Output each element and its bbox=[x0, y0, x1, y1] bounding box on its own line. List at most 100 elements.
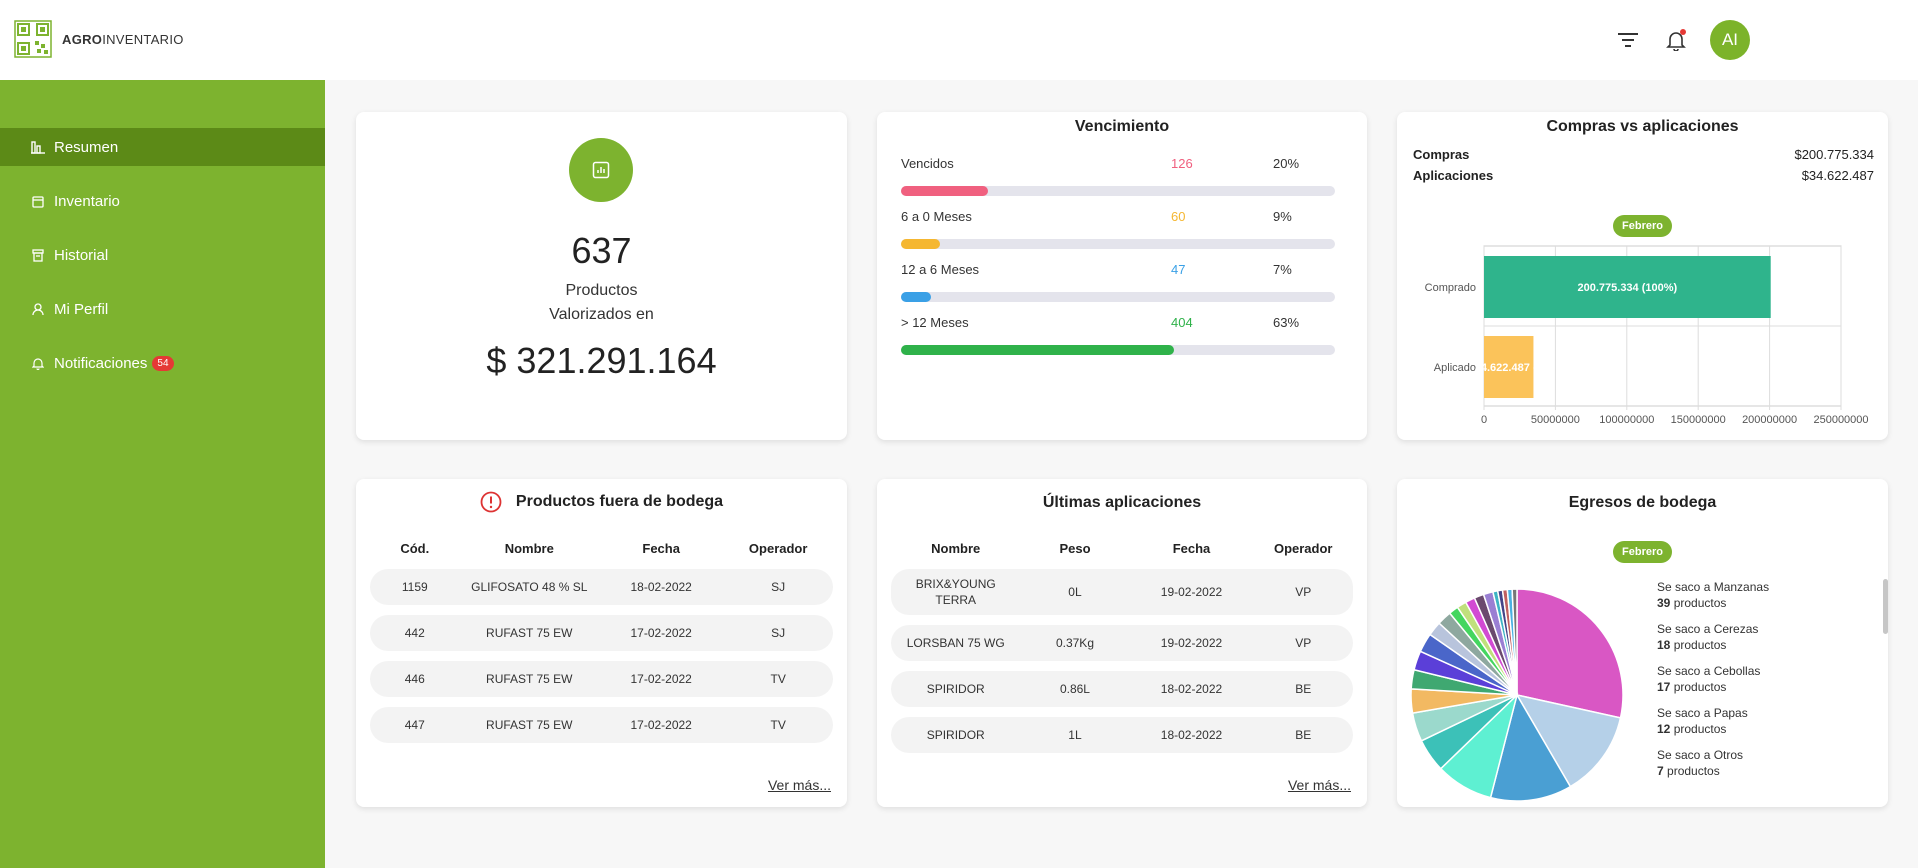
legend-label: Se saco a Otros bbox=[1657, 748, 1744, 762]
table-row[interactable]: LORSBAN 75 WG 0.37Kg 19-02-2022 VP bbox=[891, 625, 1353, 661]
sidebar-item-historial[interactable]: Historial bbox=[0, 236, 325, 274]
table-cell: 17-02-2022 bbox=[599, 615, 724, 651]
x-tick-label: 50000000 bbox=[1531, 414, 1580, 426]
chart-bars-icon bbox=[30, 139, 46, 155]
filter-icon[interactable] bbox=[1614, 26, 1642, 54]
total-value: $ 321.291.164 bbox=[486, 340, 717, 381]
legend-count: 18 bbox=[1657, 638, 1671, 652]
vencimiento-progress-bar bbox=[901, 292, 1335, 302]
compras-label: Compras bbox=[1413, 147, 1470, 162]
ultimas-table: Nombre Peso Fecha Operador BRIX&YOUNG TERRA… bbox=[891, 527, 1353, 763]
sidebar-item-label: Inventario bbox=[54, 192, 120, 210]
table-row[interactable]: 1159 GLIFOSATO 48 % SL 18-02-2022 SJ bbox=[370, 569, 833, 605]
legend-label: Se saco a Papas bbox=[1657, 706, 1748, 720]
table-cell: 19-02-2022 bbox=[1129, 625, 1254, 661]
legend-unit: productos bbox=[1663, 764, 1720, 778]
column-header: Fecha bbox=[642, 540, 680, 556]
ver-mas-link[interactable]: Ver más... bbox=[768, 777, 831, 793]
vencimiento-label: Vencidos bbox=[901, 156, 954, 171]
egresos-pie-chart bbox=[1410, 588, 1624, 802]
table-row[interactable]: 447 RUFAST 75 EW 17-02-2022 TV bbox=[370, 707, 833, 743]
column-header: Operador bbox=[748, 540, 808, 556]
legend-item: Se saco a Cerezas 18 productos bbox=[1657, 621, 1877, 653]
sidebar-item-label: Notificaciones bbox=[54, 354, 148, 372]
table-cell: RUFAST 75 EW bbox=[459, 707, 599, 743]
legend-count: 39 bbox=[1657, 596, 1671, 610]
y-category-label: Aplicado bbox=[1434, 362, 1476, 374]
vencimiento-count: 126 bbox=[1171, 156, 1193, 171]
table-cell: 0.86L bbox=[1020, 671, 1130, 707]
column-header: Nombre bbox=[504, 540, 554, 556]
archive-icon bbox=[30, 247, 46, 263]
logo-text: AGROINVENTARIO bbox=[62, 31, 184, 47]
vencimiento-percent: 63% bbox=[1273, 315, 1300, 330]
valued-label: Valorizados en bbox=[549, 306, 654, 323]
ver-mas-link[interactable]: Ver más... bbox=[1288, 777, 1351, 793]
vencimiento-progress-fill bbox=[901, 186, 988, 196]
x-tick-label: 0 bbox=[1481, 414, 1487, 426]
month-selector[interactable]: Febrero bbox=[1613, 541, 1672, 563]
qr-logo-icon bbox=[14, 20, 52, 58]
sidebar-item-inventario[interactable]: Inventario bbox=[0, 182, 325, 220]
month-selector[interactable]: Febrero bbox=[1613, 215, 1672, 237]
app-logo[interactable]: AGROINVENTARIO bbox=[14, 20, 184, 58]
table-cell: 18-02-2022 bbox=[1129, 671, 1254, 707]
table-cell: 0.37Kg bbox=[1020, 625, 1130, 661]
table-cell: TV bbox=[723, 707, 833, 743]
table-row[interactable]: SPIRIDOR 1L 18-02-2022 BE bbox=[891, 717, 1353, 753]
table-cell: 17-02-2022 bbox=[599, 707, 724, 743]
products-label: Productos bbox=[565, 282, 638, 299]
sidebar: Resumen Inventario Historial Mi Perfil N… bbox=[0, 80, 325, 868]
column-header: Cód. bbox=[400, 540, 430, 556]
legend-item: Se saco a Cebollas 17 productos bbox=[1657, 663, 1877, 695]
table-row[interactable]: SPIRIDOR 0.86L 18-02-2022 BE bbox=[891, 671, 1353, 707]
notification-bell-icon[interactable] bbox=[1662, 26, 1690, 54]
legend-label: Se saco a Manzanas bbox=[1657, 580, 1770, 594]
ultimas-aplicaciones-card: Últimas aplicaciones Nombre Peso Fecha Oper… bbox=[877, 479, 1367, 807]
table-cell: 19-02-2022 bbox=[1129, 569, 1254, 615]
ultimas-title: Últimas aplicaciones bbox=[1042, 494, 1202, 511]
fuera-table: Cód. Nombre Fecha Operador 1159 GLIFOSATO 48… bbox=[370, 527, 833, 753]
table-cell: RUFAST 75 EW bbox=[459, 615, 599, 651]
table-row[interactable]: BRIX&YOUNG TERRA 0L 19-02-2022 VP bbox=[891, 569, 1353, 615]
legend-item: Se saco a Papas 12 productos bbox=[1657, 705, 1877, 737]
table-cell: SJ bbox=[723, 569, 833, 605]
table-row[interactable]: 446 RUFAST 75 EW 17-02-2022 TV bbox=[370, 661, 833, 697]
aplicaciones-value: $34.622.487 bbox=[1801, 168, 1874, 183]
notification-count-badge: 54 bbox=[152, 355, 174, 371]
bar-data-label: 200.775.334 (100%) bbox=[1578, 282, 1678, 294]
column-header: Operador bbox=[1273, 540, 1333, 556]
legend-unit: productos bbox=[1670, 596, 1727, 610]
sidebar-item-mi-perfil[interactable]: Mi Perfil bbox=[0, 290, 325, 328]
sidebar-item-notificaciones[interactable]: Notificaciones 54 bbox=[0, 344, 325, 382]
compras-title: Compras vs aplicaciones bbox=[1546, 118, 1739, 135]
table-row[interactable]: 442 RUFAST 75 EW 17-02-2022 SJ bbox=[370, 615, 833, 651]
top-bar: AGROINVENTARIO AI bbox=[0, 0, 1918, 80]
legend-scrollbar[interactable] bbox=[1883, 579, 1888, 634]
vencimiento-count: 47 bbox=[1171, 262, 1186, 277]
table-cell: SPIRIDOR bbox=[891, 671, 1021, 707]
compras-bar-chart: 0 50000000 100000000 150000000 200000000 2500… bbox=[1425, 245, 1869, 426]
x-tick-label: 150000000 bbox=[1671, 414, 1726, 426]
table-cell: SPIRIDOR bbox=[891, 717, 1021, 753]
sidebar-item-label: Historial bbox=[54, 246, 109, 264]
table-cell: BE bbox=[1253, 671, 1353, 707]
legend-item: Se saco a Otros 7 productos bbox=[1657, 747, 1877, 779]
table-cell: RUFAST 75 EW bbox=[459, 661, 599, 697]
alert-icon bbox=[480, 491, 502, 513]
legend-count: 7 bbox=[1657, 764, 1664, 778]
table-cell: 446 bbox=[370, 661, 460, 697]
egresos-title: Egresos de bodega bbox=[1568, 494, 1717, 511]
product-count: 637 bbox=[571, 230, 632, 271]
legend-unit: productos bbox=[1670, 680, 1727, 694]
table-cell: 0L bbox=[1020, 569, 1130, 615]
y-category-label: Comprado bbox=[1425, 282, 1476, 294]
avatar[interactable]: AI bbox=[1710, 20, 1750, 60]
sidebar-item-resumen[interactable]: Resumen bbox=[0, 128, 325, 166]
vencimiento-progress-bar bbox=[901, 186, 1335, 196]
pie-legend: Se saco a Manzanas 39 productos Se saco a … bbox=[1657, 579, 1877, 789]
egresos-card: Egresos de bodega Febrero Se saco a Manz… bbox=[1397, 479, 1888, 807]
user-icon bbox=[30, 301, 46, 317]
table-cell: SJ bbox=[723, 615, 833, 651]
sidebar-item-label: Mi Perfil bbox=[54, 300, 109, 318]
